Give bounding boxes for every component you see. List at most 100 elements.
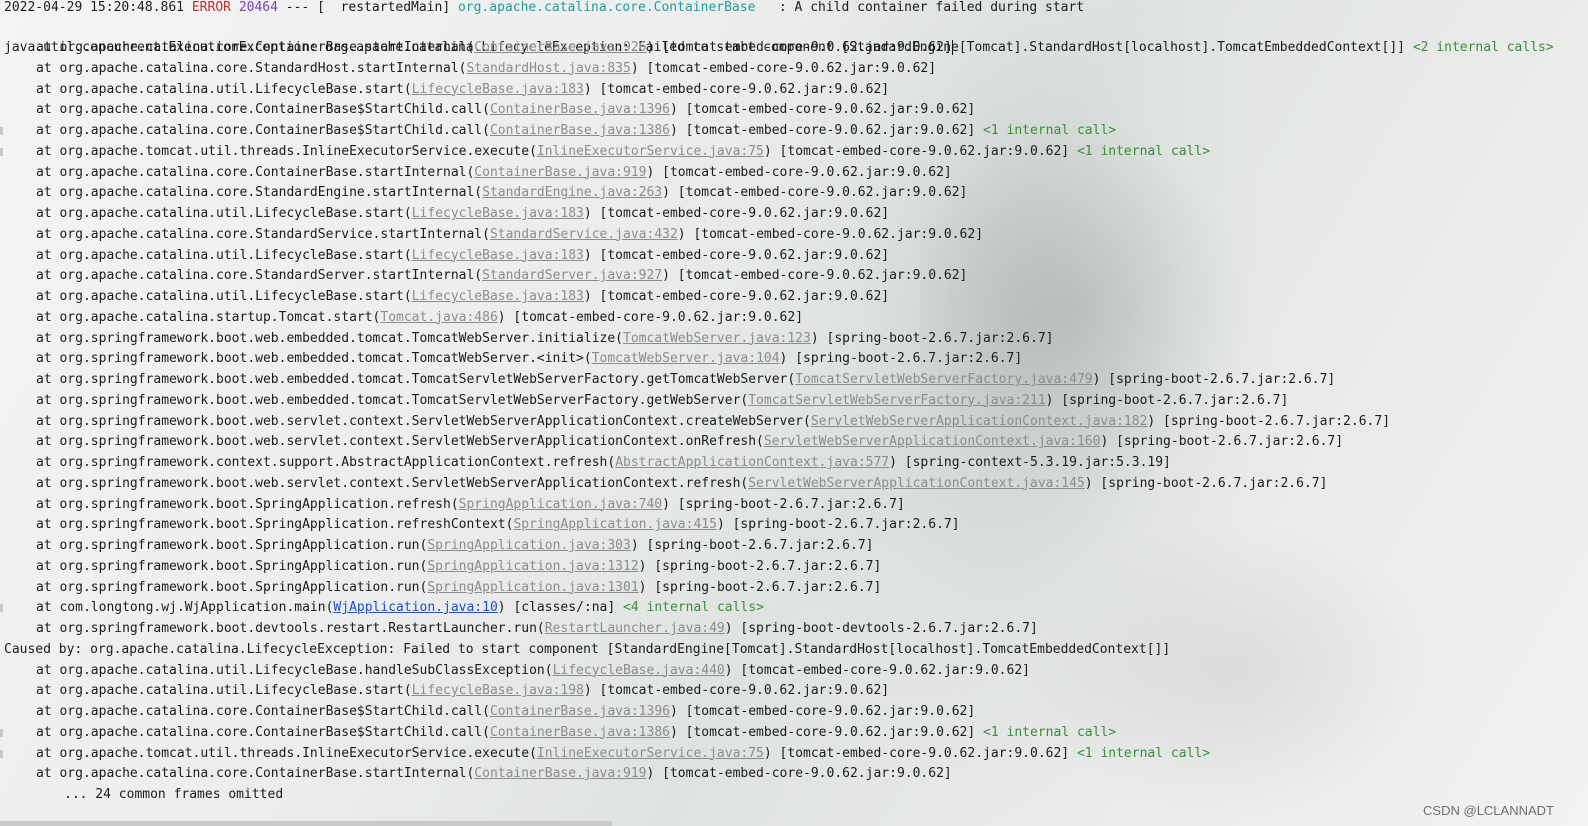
stack-frame: at org.apache.catalina.core.StandardHost…: [36, 59, 936, 79]
fold-marker[interactable]: [0, 127, 3, 135]
stack-frame: at com.longtong.wj.WjApplication.main(Wj…: [36, 598, 764, 618]
frame-source-link[interactable]: ServletWebServerApplicationContext.java:…: [748, 476, 1085, 491]
frame-jar-info: ) [tomcat-embed-core-9.0.62.jar:9.0.62]: [646, 766, 952, 782]
frame-method: at org.apache.catalina.util.LifecycleBas…: [36, 683, 412, 699]
frame-jar-info: ) [spring-boot-2.6.7.jar:2.6.7]: [1092, 372, 1336, 387]
frame-source-link[interactable]: ServletWebServerApplicationContext.java:…: [764, 434, 1101, 449]
caused-by-line: Caused by: org.apache.catalina.Lifecycle…: [4, 640, 1170, 660]
frame-source-link[interactable]: AbstractApplicationContext.java:577: [615, 455, 889, 470]
frame-method: at org.apache.catalina.core.ContainerBas…: [36, 704, 490, 719]
frame-jar-info: ) [spring-boot-2.6.7.jar:2.6.7]: [630, 538, 874, 553]
frame-source-link[interactable]: SpringApplication.java:303: [427, 538, 631, 553]
frame-source-link[interactable]: ContainerBase.java:1386: [490, 725, 670, 740]
frame-source-link[interactable]: ContainerBase.java:1386: [490, 123, 670, 138]
internal-calls-fold[interactable]: <4 internal calls>: [623, 600, 764, 615]
stack-frame: at org.apache.tomcat.util.threads.Inline…: [36, 744, 1210, 764]
frame-jar-info: ) [tomcat-embed-core-9.0.62.jar:9.0.62]: [630, 60, 937, 76]
stack-frame: at org.apache.catalina.core.ContainerBas…: [36, 764, 952, 784]
stack-frame: at org.apache.catalina.util.LifecycleBas…: [36, 661, 1030, 681]
frame-method: at org.apache.catalina.core.StandardEngi…: [36, 185, 483, 201]
frame-jar-info: ) [tomcat-embed-core-9.0.62.jar:9.0.62]: [646, 164, 952, 180]
internal-calls-fold[interactable]: <1 internal call>: [1077, 746, 1210, 761]
frame-method: at org.apache.catalina.core.StandardServ…: [36, 268, 483, 284]
console-output[interactable]: 2022-04-29 15:20:48.861 ERROR 20464 --- …: [0, 0, 1588, 826]
frame-jar-info: ) [tomcat-embed-core-9.0.62.jar:9.0.62]: [583, 247, 890, 263]
frame-source-link[interactable]: SpringApplication.java:1301: [427, 580, 638, 595]
frame-source-link[interactable]: ContainerBase.java:926: [474, 40, 646, 55]
frame-source-link[interactable]: TomcatWebServer.java:104: [592, 351, 780, 366]
frame-source-link[interactable]: RestartLauncher.java:49: [545, 621, 725, 636]
horizontal-scrollbar[interactable]: [0, 821, 612, 826]
internal-calls-fold[interactable]: <1 internal call>: [1077, 144, 1210, 159]
stack-frame: at org.apache.catalina.util.LifecycleBas…: [36, 681, 889, 701]
log-logger[interactable]: org.apache.catalina.core.ContainerBase: [458, 0, 755, 15]
frame-source-link[interactable]: SpringApplication.java:740: [459, 497, 663, 512]
fold-marker[interactable]: [0, 728, 3, 737]
frame-source-link[interactable]: InlineExecutorService.java:75: [537, 144, 764, 159]
fold-marker[interactable]: [0, 147, 3, 156]
frame-source-link[interactable]: LifecycleBase.java:183: [412, 289, 584, 304]
stack-frame: at org.springframework.boot.web.embedded…: [36, 349, 1022, 369]
log-separator: --- [: [285, 0, 325, 15]
frame-method: at org.apache.catalina.startup.Tomcat.st…: [36, 309, 381, 325]
internal-calls-fold[interactable]: <2 internal calls>: [1413, 40, 1554, 55]
frame-jar-info: ) [spring-boot-2.6.7.jar:2.6.7]: [716, 517, 960, 533]
frame-method: at org.springframework.context.support.A…: [36, 455, 616, 470]
internal-calls-fold[interactable]: <1 internal call>: [983, 725, 1116, 740]
frame-jar-info: ) [tomcat-embed-core-9.0.62.jar:9.0.62]: [669, 123, 976, 138]
log-header-line: 2022-04-29 15:20:48.861 ERROR 20464 --- …: [4, 0, 1084, 18]
frame-method: at org.springframework.boot.devtools.res…: [36, 621, 545, 636]
frame-method: at org.apache.tomcat.util.threads.Inline…: [36, 745, 537, 761]
stack-frame: at org.apache.catalina.core.ContainerBas…: [36, 100, 975, 120]
frame-jar-info: ) [spring-boot-2.6.7.jar:2.6.7]: [638, 579, 882, 595]
frame-method: at org.springframework.boot.SpringApplic…: [36, 496, 459, 512]
frame-source-link[interactable]: StandardServer.java:927: [482, 268, 662, 283]
frame-source-link[interactable]: StandardHost.java:835: [466, 61, 630, 76]
frame-source-link[interactable]: TomcatWebServer.java:123: [623, 331, 811, 346]
fold-marker[interactable]: [0, 749, 3, 758]
log-pid: 20464: [238, 0, 278, 15]
stack-frame: at org.springframework.boot.SpringApplic…: [36, 578, 881, 598]
log-thread: restartedMain]: [324, 0, 451, 15]
frame-source-link[interactable]: ContainerBase.java:919: [474, 165, 646, 180]
frame-source-link[interactable]: WjApplication.java:10: [333, 600, 497, 615]
stack-frame: at org.springframework.boot.SpringApplic…: [36, 536, 873, 556]
frame-source-link[interactable]: ContainerBase.java:1396: [490, 102, 670, 117]
frame-source-link[interactable]: SpringApplication.java:415: [513, 517, 717, 532]
frame-source-link[interactable]: ContainerBase.java:919: [474, 766, 646, 781]
frame-source-link[interactable]: LifecycleBase.java:198: [412, 683, 584, 698]
fold-marker[interactable]: [0, 604, 3, 613]
log-message: : A child container failed during start: [755, 0, 1085, 15]
stack-frame: at org.springframework.boot.web.servlet.…: [36, 474, 1327, 494]
stack-frame: at org.springframework.boot.SpringApplic…: [36, 557, 881, 577]
stack-frame: at org.apache.catalina.core.StandardServ…: [36, 225, 983, 245]
stack-frame: at org.apache.catalina.core.ContainerBas…: [36, 702, 975, 722]
stack-frame: at org.apache.catalina.core.ContainerBas…: [36, 163, 952, 183]
frame-method: at org.apache.catalina.core.ContainerBas…: [36, 724, 490, 740]
frame-method: at org.springframework.boot.web.servlet.…: [36, 413, 811, 429]
frame-jar-info: ) [spring-boot-2.6.7.jar:2.6.7]: [1100, 434, 1344, 450]
stack-frame: at org.springframework.boot.web.embedded…: [36, 329, 1053, 349]
frame-method: at org.springframework.boot.web.servlet.…: [36, 434, 764, 450]
frame-source-link[interactable]: LifecycleBase.java:183: [412, 248, 584, 263]
frame-source-link[interactable]: ContainerBase.java:1396: [490, 704, 670, 719]
frame-source-link[interactable]: SpringApplication.java:1312: [427, 559, 638, 574]
frame-jar-info: ) [tomcat-embed-core-9.0.62.jar:9.0.62]: [724, 662, 1030, 678]
frame-source-link[interactable]: StandardEngine.java:263: [482, 185, 662, 200]
frame-method: at org.springframework.boot.web.embedded…: [36, 330, 623, 346]
frame-source-link[interactable]: Tomcat.java:486: [380, 310, 497, 325]
frame-jar-info: ) [tomcat-embed-core-9.0.62.jar:9.0.62]: [583, 289, 890, 304]
frame-jar-info: ) [spring-boot-2.6.7.jar:2.6.7]: [1147, 413, 1391, 429]
frame-source-link[interactable]: LifecycleBase.java:440: [553, 663, 725, 678]
frame-jar-info: ) [tomcat-embed-core-9.0.62.jar:9.0.62]: [583, 683, 890, 699]
frame-source-link[interactable]: ServletWebServerApplicationContext.java:…: [811, 414, 1148, 429]
stack-frame: at org.apache.catalina.util.LifecycleBas…: [36, 287, 889, 307]
frame-source-link[interactable]: TomcatServletWebServerFactory.java:211: [748, 393, 1045, 408]
frame-source-link[interactable]: TomcatServletWebServerFactory.java:479: [795, 372, 1092, 387]
frame-source-link[interactable]: InlineExecutorService.java:75: [537, 746, 764, 761]
frame-source-link[interactable]: LifecycleBase.java:183: [412, 82, 584, 97]
internal-calls-fold[interactable]: <1 internal call>: [983, 123, 1116, 138]
frame-source-link[interactable]: StandardService.java:432: [490, 227, 678, 242]
frame-jar-info: ) [tomcat-embed-core-9.0.62.jar:9.0.62]: [669, 724, 976, 740]
frame-source-link[interactable]: LifecycleBase.java:183: [412, 206, 584, 221]
